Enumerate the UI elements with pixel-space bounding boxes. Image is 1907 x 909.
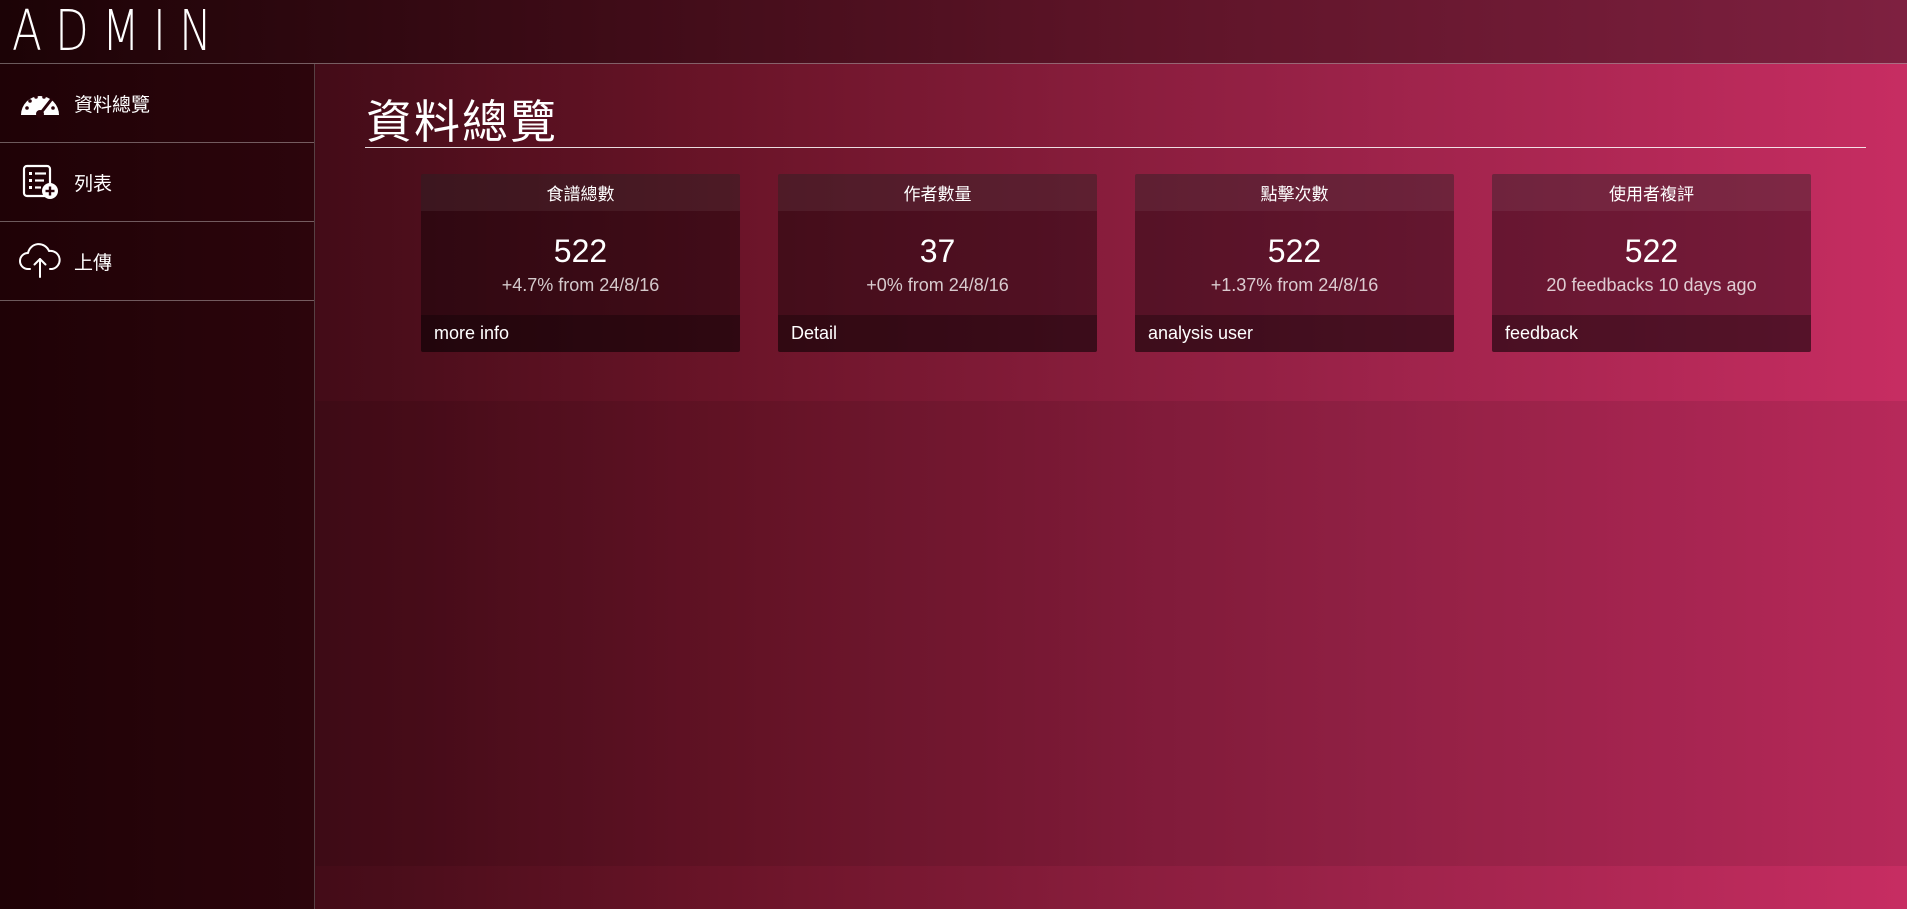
- card-body: 522 +4.7% from 24/8/16: [421, 211, 740, 315]
- card-header: 作者數量: [778, 174, 1097, 211]
- sidebar-item-label: 資料總覽: [74, 94, 151, 116]
- main-content: 資料總覽 食譜總數 522 +4.7% from 24/8/16 more in…: [316, 64, 1907, 909]
- stat-card-authors: 作者數量 37 +0% from 24/8/16 Detail: [778, 174, 1097, 352]
- sidebar: 資料總覽 列表 上傳: [0, 64, 315, 909]
- sidebar-item-upload[interactable]: 上傳: [0, 222, 314, 301]
- stat-card-reviews: 使用者複評 522 20 feedbacks 10 days ago feedb…: [1492, 174, 1811, 352]
- sidebar-item-label: 列表: [74, 173, 113, 195]
- card-body: 522 20 feedbacks 10 days ago: [1492, 211, 1811, 315]
- detail-link[interactable]: Detail: [778, 315, 1097, 352]
- card-change: +0% from 24/8/16: [866, 274, 1009, 295]
- feedback-link[interactable]: feedback: [1492, 315, 1811, 352]
- card-change: +4.7% from 24/8/16: [501, 274, 660, 295]
- sidebar-item-label: 上傳: [74, 252, 113, 274]
- brand-logo[interactable]: ADMIN: [12, 2, 225, 62]
- sidebar-item-overview[interactable]: 資料總覽: [0, 64, 314, 143]
- page-title: 資料總覽: [366, 95, 558, 149]
- analysis-user-link[interactable]: analysis user: [1135, 315, 1454, 352]
- list-add-icon: [18, 163, 62, 201]
- top-bar: ADMIN: [0, 0, 1907, 64]
- dashboard-gauge-icon: [18, 84, 62, 122]
- title-divider: [365, 147, 1866, 148]
- sidebar-item-list[interactable]: 列表: [0, 143, 314, 222]
- card-value: 522: [1267, 232, 1322, 269]
- card-header: 使用者複評: [1492, 174, 1811, 211]
- more-info-link[interactable]: more info: [421, 315, 740, 352]
- card-value: 522: [553, 232, 608, 269]
- card-header: 點擊次數: [1135, 174, 1454, 211]
- card-header: 食譜總數: [421, 174, 740, 211]
- stat-card-recipes: 食譜總數 522 +4.7% from 24/8/16 more info: [421, 174, 740, 352]
- cloud-upload-icon: [18, 242, 62, 280]
- card-body: 37 +0% from 24/8/16: [778, 211, 1097, 315]
- card-value: 522: [1624, 232, 1679, 269]
- stat-card-clicks: 點擊次數 522 +1.37% from 24/8/16 analysis us…: [1135, 174, 1454, 352]
- stat-cards: 食譜總數 522 +4.7% from 24/8/16 more info 作者…: [421, 174, 1811, 352]
- card-body: 522 +1.37% from 24/8/16: [1135, 211, 1454, 315]
- card-change: 20 feedbacks 10 days ago: [1546, 274, 1757, 295]
- card-change: +1.37% from 24/8/16: [1210, 274, 1379, 295]
- card-value: 37: [919, 232, 956, 269]
